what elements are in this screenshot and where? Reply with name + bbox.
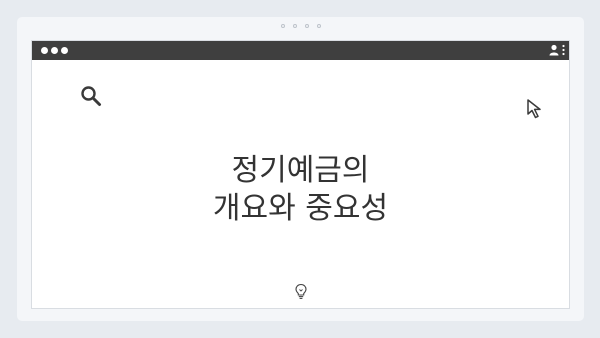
titlebar-actions — [549, 44, 565, 56]
pager-dot[interactable] — [304, 24, 309, 28]
headline-line-1: 정기예금의 — [231, 153, 370, 188]
window-titlebar — [32, 41, 569, 60]
browser-window: 정기예금의 개요와 중요성 — [31, 40, 570, 309]
window-control-dot[interactable] — [61, 47, 68, 54]
pager-dots — [17, 24, 584, 28]
slide-headline: 정기예금의 개요와 중요성 — [32, 152, 569, 228]
menu-dots-icon[interactable] — [562, 44, 565, 56]
search-icon — [81, 86, 101, 106]
lightbulb-icon — [295, 283, 307, 299]
window-control-dot[interactable] — [41, 47, 48, 54]
window-controls — [41, 47, 68, 54]
pager-dot[interactable] — [280, 24, 285, 28]
slide-card: 정기예금의 개요와 중요성 — [17, 17, 584, 321]
pager-dot[interactable] — [292, 24, 297, 28]
headline-line-2: 개요와 중요성 — [212, 191, 389, 226]
pager-dot[interactable] — [316, 24, 321, 28]
user-icon[interactable] — [549, 44, 559, 56]
cursor-icon — [527, 99, 541, 119]
window-control-dot[interactable] — [51, 47, 58, 54]
